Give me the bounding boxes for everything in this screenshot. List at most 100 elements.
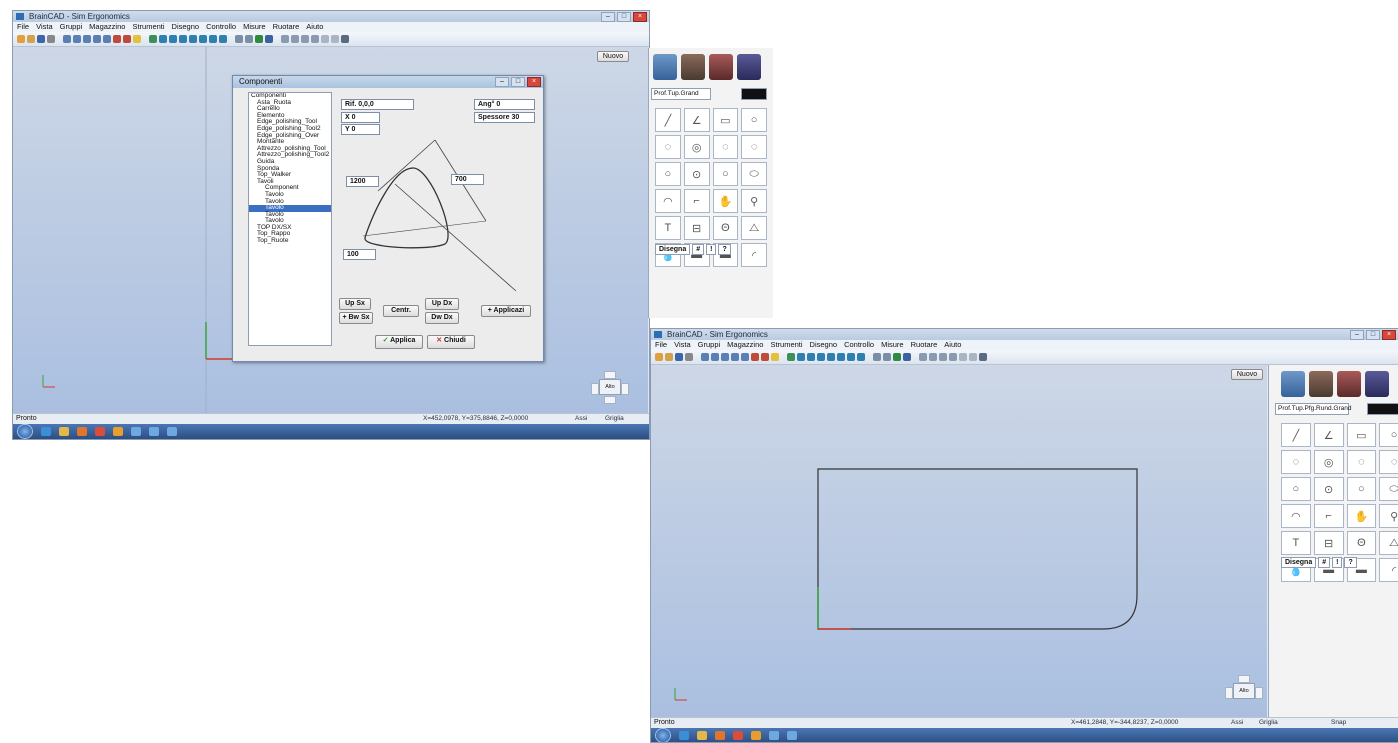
maximize-button[interactable]: □ (617, 12, 631, 22)
layer2-icon[interactable] (883, 353, 891, 361)
pan-icon[interactable] (113, 35, 121, 43)
status-snap[interactable]: Snap (1331, 718, 1346, 728)
drawing-canvas[interactable]: Nuovo Alto (651, 365, 1267, 717)
menu-strumenti[interactable]: Strumenti (132, 22, 164, 32)
polyline-tool-icon[interactable]: ∠ (1313, 423, 1344, 447)
machine-mode-icon[interactable] (1309, 371, 1333, 397)
nav-down-arrow[interactable] (604, 396, 616, 404)
circle-3pt-tool-icon[interactable]: ○ (1346, 477, 1377, 501)
taskbar-ie-icon[interactable] (41, 427, 51, 436)
pan-icon[interactable] (751, 353, 759, 361)
dimension-tool-icon[interactable]: ⊟ (1313, 531, 1344, 555)
apply-button[interactable]: ✓ Applica (375, 335, 423, 349)
view-side-icon[interactable] (807, 353, 815, 361)
pin-tool-icon[interactable]: ⚲ (741, 189, 767, 213)
layer-icon[interactable] (235, 35, 243, 43)
export-mode-icon[interactable] (1365, 371, 1389, 397)
bw-sx-button[interactable]: + Bw Sx (339, 312, 373, 324)
dimension-tool-icon[interactable]: ⊟ (683, 216, 710, 240)
center-button[interactable]: Centr. (383, 305, 419, 317)
shade-icon[interactable] (265, 35, 273, 43)
zoom-out-icon[interactable] (83, 35, 91, 43)
theta-tool-icon[interactable]: Θ (1346, 531, 1377, 555)
apply-small-button[interactable]: + Applicazi (481, 305, 531, 317)
status-grid[interactable]: Griglia (1259, 718, 1278, 728)
taskbar-app3-icon[interactable] (149, 427, 159, 436)
model-mode-icon[interactable] (1337, 371, 1361, 397)
open-icon[interactable] (665, 353, 673, 361)
zoom-all-icon[interactable] (103, 35, 111, 43)
taskbar-app-icon[interactable] (95, 427, 105, 436)
polyline-tool-icon[interactable]: ∠ (683, 108, 710, 132)
view-iso-icon[interactable] (179, 35, 187, 43)
view-navigator[interactable]: Alto (1225, 675, 1263, 707)
angle-tool-icon[interactable]: ⧍ (1379, 531, 1398, 555)
nav-right-arrow[interactable] (1255, 687, 1263, 699)
view-front-icon[interactable] (787, 353, 795, 361)
help-icon[interactable] (771, 353, 779, 361)
view-right-icon[interactable] (209, 35, 217, 43)
view-bottom-icon[interactable] (219, 35, 227, 43)
dimension-bottom-field[interactable]: 100 (343, 249, 376, 260)
menu-disegno[interactable]: Disegno (172, 22, 200, 32)
arc-tan-tool-icon[interactable]: ◌ (1379, 450, 1398, 474)
draw-mode-icon[interactable] (653, 54, 677, 80)
status-grid[interactable]: Griglia (605, 414, 624, 424)
menu-misure[interactable]: Misure (243, 22, 266, 32)
export-mode-icon[interactable] (737, 54, 761, 80)
menu-controllo[interactable]: Controllo (844, 340, 874, 350)
print-icon[interactable] (47, 35, 55, 43)
view-back-icon[interactable] (189, 35, 197, 43)
view-top-icon[interactable] (797, 353, 805, 361)
redo2-icon[interactable] (969, 353, 977, 361)
edit-icon[interactable] (939, 353, 947, 361)
menu-magazzino[interactable]: Magazzino (727, 340, 763, 350)
minimize-button[interactable]: – (601, 12, 615, 22)
machine-mode-icon[interactable] (681, 54, 705, 80)
tab-4[interactable]: ? (1344, 557, 1357, 568)
help-icon[interactable] (133, 35, 141, 43)
menu-aiuto[interactable]: Aiuto (944, 340, 961, 350)
dialog-close-button[interactable]: × (527, 77, 541, 87)
tree-subitem[interactable]: Tavolo (249, 191, 331, 199)
menu-misure[interactable]: Misure (881, 340, 904, 350)
tree-subitem[interactable]: Tavolo (249, 198, 331, 206)
open-icon[interactable] (27, 35, 35, 43)
taskbar-app-icon[interactable] (733, 731, 743, 740)
circle-2pt-tool-icon[interactable]: ○ (655, 162, 681, 186)
draw-mode-icon[interactable] (1281, 371, 1305, 397)
taskbar-media-icon[interactable] (715, 731, 725, 740)
check-icon[interactable] (311, 35, 319, 43)
taskbar-folder-icon[interactable] (697, 731, 707, 740)
layer-icon[interactable] (873, 353, 881, 361)
menu-ruotare[interactable]: Ruotare (273, 22, 300, 32)
taskbar-app4-icon[interactable] (167, 427, 177, 436)
dialog-maximize-button[interactable]: □ (511, 77, 525, 87)
maximize-button[interactable]: □ (1366, 330, 1380, 340)
fillet-tool-icon[interactable]: ◠ (1281, 504, 1311, 528)
components-tree[interactable]: Componenti Asta_Ruota Carrello Elemento … (248, 92, 332, 346)
tab-2[interactable]: # (1318, 557, 1331, 568)
arc-3pt-tool-icon[interactable]: ◌ (1346, 450, 1377, 474)
view-left-icon[interactable] (199, 35, 207, 43)
taskbar-ie-icon[interactable] (679, 731, 689, 740)
menu-vista[interactable]: Vista (36, 22, 53, 32)
pin-tool-icon[interactable]: ⚲ (1379, 504, 1398, 528)
view-right-icon[interactable] (847, 353, 855, 361)
circle-tool-icon[interactable]: ○ (1379, 423, 1398, 447)
up-dx-button[interactable]: Up Dx (425, 298, 459, 310)
print-icon[interactable] (685, 353, 693, 361)
arc-3pt-tool-icon[interactable]: ◌ (712, 135, 739, 159)
color-select[interactable] (1367, 403, 1398, 415)
sweep-tool-icon[interactable]: ◜ (741, 243, 767, 267)
menu-magazzino[interactable]: Magazzino (89, 22, 125, 32)
rectangle-tool-icon[interactable]: ▭ (1346, 423, 1377, 447)
text-tool-icon[interactable]: T (655, 216, 681, 240)
view-back-icon[interactable] (827, 353, 835, 361)
zoom-all-icon[interactable] (741, 353, 749, 361)
menu-controllo[interactable]: Controllo (206, 22, 236, 32)
tab-3[interactable]: ! (1332, 557, 1343, 568)
tab-disegna[interactable]: Disegna (1281, 557, 1317, 568)
menu-file[interactable]: File (17, 22, 29, 32)
zoom-icon[interactable] (63, 35, 71, 43)
